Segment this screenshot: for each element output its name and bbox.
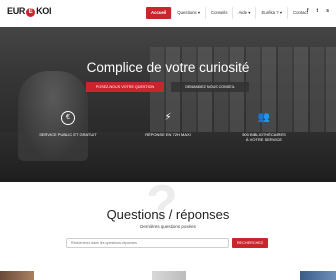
question-thumbnail[interactable] xyxy=(300,271,336,280)
ask-advice-button[interactable]: DEMANDEZ NOUS CONSEIL xyxy=(171,82,249,92)
share-icon[interactable]: s xyxy=(326,8,329,14)
feature-free-service: € SERVICE PUBLIC ET GRATUIT xyxy=(18,111,118,137)
free-euro-icon: € xyxy=(61,111,75,125)
logo-dot-icon: E xyxy=(26,8,36,17)
main-nav: Accueil Questions ▾ Conseils Aide ▾ Eurê… xyxy=(146,7,313,19)
feature-label: RÉPONSE EN 72H MAXI xyxy=(145,132,191,137)
qa-subtitle: Dernières questions posées xyxy=(140,224,196,229)
site-logo[interactable]: EUR E KOI xyxy=(7,6,52,17)
feature-librarians: 👥 500 BIBLIOTHÉCAIRES À VOTRE SERVICE xyxy=(214,111,314,142)
logo-text-left: EUR xyxy=(7,6,26,16)
feature-label-2: À VOTRE SERVICE xyxy=(245,137,283,142)
nav-item-eureka[interactable]: Eurêka ? ▾ xyxy=(255,7,287,19)
search-input[interactable] xyxy=(66,238,229,248)
site-header: EUR E KOI Accueil Questions ▾ Conseils Aid… xyxy=(0,0,336,27)
ask-question-button[interactable]: POSEZ-NOUS VOTRE QUESTION xyxy=(86,82,164,92)
qa-title: Questions / réponses xyxy=(106,207,230,222)
hero-title: Complice de votre curiosité xyxy=(86,60,250,75)
twitter-icon[interactable]: t xyxy=(317,8,319,14)
feature-label: SERVICE PUBLIC ET GRATUIT xyxy=(39,132,97,137)
question-mark-icon: ? xyxy=(146,175,178,233)
logo-text-right: KOI xyxy=(36,6,52,16)
hero-overlay xyxy=(0,27,336,182)
nav-item-accueil[interactable]: Accueil xyxy=(146,7,172,19)
facebook-icon[interactable]: f xyxy=(307,8,309,14)
people-icon: 👥 xyxy=(257,112,271,123)
question-thumbnail[interactable] xyxy=(0,271,34,280)
feature-fast-answer: ⚡ RÉPONSE EN 72H MAXI xyxy=(118,111,218,137)
hero-banner: Complice de votre curiosité POSEZ-NOUS V… xyxy=(0,27,336,182)
nav-item-conseils[interactable]: Conseils xyxy=(205,7,232,19)
question-thumbnail[interactable] xyxy=(152,271,186,280)
nav-item-aide[interactable]: Aide ▾ xyxy=(232,7,255,19)
qa-section: ? Questions / réponses Dernières questio… xyxy=(0,178,336,280)
lightning-icon: ⚡ xyxy=(164,112,172,123)
nav-item-questions[interactable]: Questions ▾ xyxy=(171,7,205,19)
search-button[interactable]: RECHERCHEZ xyxy=(232,238,268,248)
social-links: f t s xyxy=(307,8,329,14)
